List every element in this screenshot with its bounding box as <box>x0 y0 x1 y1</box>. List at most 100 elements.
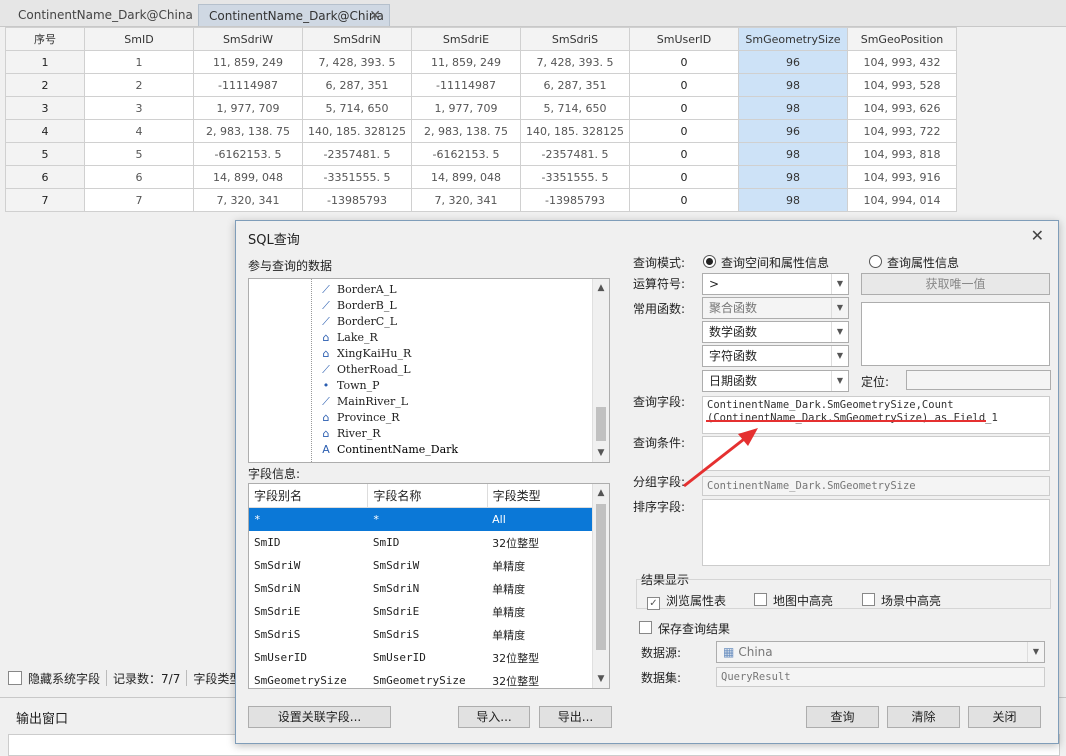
tab-continentname-active[interactable]: ContinentName_Dark@China ✕ <box>198 4 390 26</box>
table-cell[interactable]: -6162153. 5 <box>193 142 303 166</box>
scene-highlight-checkbox[interactable]: 场景中高亮 <box>862 592 941 609</box>
table-cell[interactable]: 2 <box>84 73 194 97</box>
column-header[interactable]: SmSdriS <box>520 27 630 51</box>
group-field-input[interactable]: ContinentName_Dark.SmGeometrySize <box>702 476 1050 496</box>
layer-item[interactable]: ⌂ River_R <box>319 426 381 442</box>
table-cell[interactable]: 11, 859, 249 <box>411 50 521 74</box>
table-cell[interactable]: 140, 185. 328125 <box>520 119 630 143</box>
query-condition-input[interactable] <box>702 436 1050 471</box>
layer-item[interactable]: • Town_P <box>319 378 380 394</box>
scroll-up-icon[interactable]: ▲ <box>593 486 609 500</box>
hide-system-fields-checkbox[interactable] <box>8 671 22 685</box>
table-cell[interactable]: 98 <box>738 142 848 166</box>
table-cell[interactable]: 1, 977, 709 <box>193 96 303 120</box>
table-cell[interactable]: 7, 320, 341 <box>411 188 521 212</box>
table-cell[interactable]: 6 <box>84 165 194 189</box>
row-number[interactable]: 1 <box>5 50 85 74</box>
layer-item[interactable]: ⟋ BorderC_L <box>319 314 397 330</box>
layer-tree-scrollbar[interactable]: ▲ ▼ <box>592 279 609 462</box>
column-header[interactable]: SmGeoPosition <box>847 27 957 51</box>
layer-item[interactable]: ⌂ Province_R <box>319 410 400 426</box>
table-cell[interactable]: 98 <box>738 96 848 120</box>
field-column-header[interactable]: 字段名称 <box>367 484 488 508</box>
query-field-input[interactable]: ContinentName_Dark.SmGeometrySize,Count … <box>702 396 1050 434</box>
table-cell[interactable]: -3351555. 5 <box>302 165 412 189</box>
scroll-down-icon[interactable]: ▼ <box>593 446 609 460</box>
save-result-checkbox[interactable]: 保存查询结果 <box>639 620 730 637</box>
string-function-select[interactable]: 字符函数 ▼ <box>702 345 849 367</box>
row-number[interactable]: 2 <box>5 73 85 97</box>
math-function-select[interactable]: 数学函数 ▼ <box>702 321 849 343</box>
layer-item[interactable]: ⟋ BorderB_L <box>319 298 397 314</box>
table-cell[interactable]: 0 <box>629 188 739 212</box>
table-cell[interactable]: 6, 287, 351 <box>520 73 630 97</box>
dataset-input[interactable]: QueryResult <box>716 667 1045 687</box>
table-cell[interactable]: 104, 993, 916 <box>847 165 957 189</box>
close-button[interactable]: 关闭 <box>968 706 1041 728</box>
mode-attr-radio[interactable]: 查询属性信息 <box>869 254 959 271</box>
layer-tree[interactable]: ⟋ BorderA_L ⟋ BorderB_L ⟋ BorderC_L ⌂ Lake_R ⌂ Xi… <box>248 278 610 463</box>
tab-continentname-inactive[interactable]: ContinentName_Dark@China <box>8 4 194 26</box>
field-row[interactable]: SmGeometrySize SmGeometrySize 32位整型 <box>249 669 595 688</box>
table-cell[interactable]: 3 <box>84 96 194 120</box>
table-cell[interactable]: 7 <box>84 188 194 212</box>
table-cell[interactable]: 7, 320, 341 <box>193 188 303 212</box>
table-cell[interactable]: 0 <box>629 73 739 97</box>
map-highlight-checkbox[interactable]: 地图中高亮 <box>754 592 833 609</box>
table-cell[interactable]: 4 <box>84 119 194 143</box>
table-cell[interactable]: -13985793 <box>520 188 630 212</box>
column-header[interactable]: SmGeometrySize <box>738 27 848 51</box>
row-number[interactable]: 5 <box>5 142 85 166</box>
layer-item[interactable]: ⟋ MainRiver_L <box>319 394 408 410</box>
table-cell[interactable]: 104, 994, 014 <box>847 188 957 212</box>
table-cell[interactable]: -6162153. 5 <box>411 142 521 166</box>
table-cell[interactable]: 11, 859, 249 <box>193 50 303 74</box>
sort-field-input[interactable] <box>702 499 1050 566</box>
table-cell[interactable]: 0 <box>629 96 739 120</box>
locate-input[interactable] <box>906 370 1051 390</box>
column-header[interactable]: SmSdriE <box>411 27 521 51</box>
scroll-down-icon[interactable]: ▼ <box>593 672 609 686</box>
field-row[interactable]: * * All <box>249 507 595 531</box>
table-cell[interactable]: -11114987 <box>411 73 521 97</box>
row-number[interactable]: 3 <box>5 96 85 120</box>
scroll-thumb[interactable] <box>596 407 606 441</box>
table-cell[interactable]: 104, 993, 722 <box>847 119 957 143</box>
table-row[interactable]: 2 2 -11114987 6, 287, 351 -11114987 6, 287, 3… <box>5 73 957 97</box>
layer-item[interactable]: ⟋ BorderA_L <box>319 282 396 298</box>
scroll-thumb[interactable] <box>596 504 606 650</box>
table-row[interactable]: 5 5 -6162153. 5 -2357481. 5 -6162153. 5 -2357… <box>5 142 957 166</box>
table-cell[interactable]: -11114987 <box>193 73 303 97</box>
table-cell[interactable]: 104, 993, 626 <box>847 96 957 120</box>
operator-select[interactable]: > ▼ <box>702 273 849 295</box>
layer-item[interactable]: A ContinentName_Dark <box>319 442 458 458</box>
table-cell[interactable]: 1, 977, 709 <box>411 96 521 120</box>
table-cell[interactable]: 96 <box>738 50 848 74</box>
layer-item[interactable]: ⟋ OtherRoad_L <box>319 362 410 378</box>
row-number[interactable]: 4 <box>5 119 85 143</box>
table-row[interactable]: 4 4 2, 983, 138. 75 140, 185. 328125 2, 983,… <box>5 119 957 143</box>
scroll-up-icon[interactable]: ▲ <box>593 281 609 295</box>
layer-item[interactable]: ⌂ XingKaiHu_R <box>319 346 412 362</box>
table-cell[interactable]: 104, 993, 818 <box>847 142 957 166</box>
close-dialog-icon[interactable]: ✕ <box>1031 226 1044 245</box>
column-header[interactable]: SmSdriW <box>193 27 303 51</box>
table-cell[interactable]: 14, 899, 048 <box>411 165 521 189</box>
field-row[interactable]: SmSdriN SmSdriN 单精度 <box>249 577 595 600</box>
table-cell[interactable]: 7, 428, 393. 5 <box>302 50 412 74</box>
column-header[interactable]: SmUserID <box>629 27 739 51</box>
row-number[interactable]: 6 <box>5 165 85 189</box>
column-header[interactable]: 序号 <box>5 27 85 51</box>
table-cell[interactable]: 98 <box>738 165 848 189</box>
table-cell[interactable]: 0 <box>629 165 739 189</box>
set-join-fields-button[interactable]: 设置关联字段... <box>248 706 391 728</box>
table-cell[interactable]: 5 <box>84 142 194 166</box>
datasource-select[interactable]: ▦ China ▼ <box>716 641 1045 663</box>
table-cell[interactable]: 6, 287, 351 <box>302 73 412 97</box>
browse-attr-checkbox[interactable]: ✓ 浏览属性表 <box>647 592 726 610</box>
table-cell[interactable]: 2, 983, 138. 75 <box>193 119 303 143</box>
table-cell[interactable]: -2357481. 5 <box>302 142 412 166</box>
export-button[interactable]: 导出... <box>539 706 612 728</box>
field-row[interactable]: SmUserID SmUserID 32位整型 <box>249 646 595 669</box>
layer-item[interactable]: ⌂ Lake_R <box>319 330 378 346</box>
